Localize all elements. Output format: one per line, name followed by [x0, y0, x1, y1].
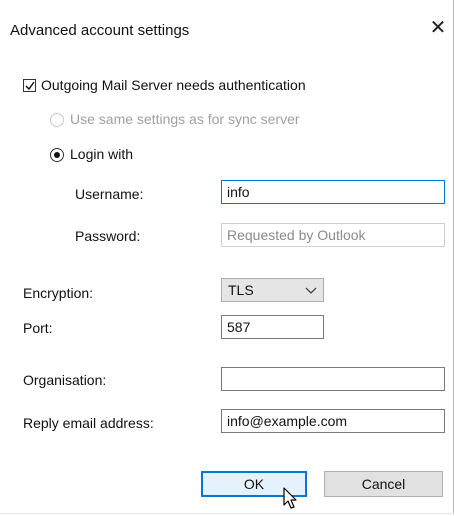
same-settings-radio — [50, 113, 64, 127]
mouse-pointer-icon — [283, 487, 299, 516]
login-with-label: Login with — [70, 146, 134, 162]
radio-selected-dot — [54, 152, 60, 158]
port-label: Port: — [23, 320, 53, 336]
dialog-title: Advanced account settings — [10, 22, 190, 39]
password-input[interactable]: Requested by Outlook — [221, 223, 445, 247]
cancel-button[interactable]: Cancel — [324, 471, 443, 497]
needs-auth-checkbox[interactable] — [23, 79, 36, 92]
port-input[interactable]: 587 — [221, 315, 324, 339]
encryption-select[interactable]: TLS — [221, 278, 324, 302]
reply-email-input[interactable]: info@example.com — [221, 409, 445, 433]
same-settings-label: Use same settings as for sync server — [70, 111, 300, 127]
password-label: Password: — [75, 228, 141, 244]
encryption-value: TLS — [228, 282, 254, 298]
needs-auth-label: Outgoing Mail Server needs authenticatio… — [41, 77, 306, 93]
login-with-radio[interactable] — [50, 148, 64, 162]
reply-email-label: Reply email address: — [23, 415, 154, 431]
close-icon[interactable]: ✕ — [427, 16, 449, 40]
username-label: Username: — [75, 186, 144, 202]
organisation-input[interactable] — [221, 367, 445, 391]
checkmark-icon — [25, 81, 35, 91]
encryption-label: Encryption: — [23, 285, 94, 301]
advanced-account-settings-dialog: Advanced account settings ✕ Outgoing Mai… — [0, 0, 454, 514]
username-input[interactable]: info — [221, 180, 445, 204]
organisation-label: Organisation: — [23, 372, 107, 388]
chevron-down-icon — [305, 279, 317, 307]
